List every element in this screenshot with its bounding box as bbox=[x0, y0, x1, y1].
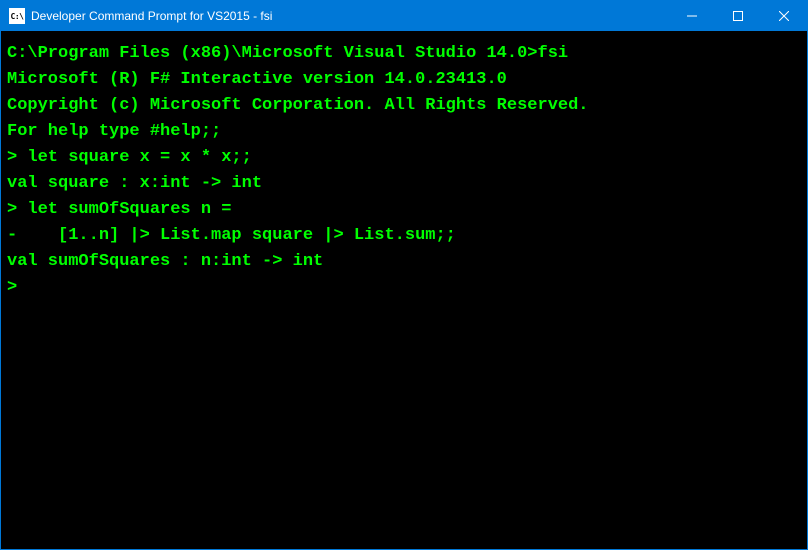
app-icon: C:\ bbox=[9, 8, 25, 24]
titlebar[interactable]: C:\ Developer Command Prompt for VS2015 … bbox=[1, 1, 807, 31]
maximize-button[interactable] bbox=[715, 1, 761, 31]
minimize-icon bbox=[687, 11, 697, 21]
terminal-content[interactable]: C:\Program Files (x86)\Microsoft Visual … bbox=[1, 31, 807, 549]
maximize-icon bbox=[733, 11, 743, 21]
terminal-line: C:\Program Files (x86)\Microsoft Visual … bbox=[7, 41, 801, 67]
terminal-line: Microsoft (R) F# Interactive version 14.… bbox=[7, 67, 801, 93]
terminal-line: For help type #help;; bbox=[7, 119, 801, 145]
terminal-line: - [1..n] |> List.map square |> List.sum;… bbox=[7, 223, 801, 249]
close-icon bbox=[779, 11, 789, 21]
window-controls bbox=[669, 1, 807, 31]
minimize-button[interactable] bbox=[669, 1, 715, 31]
terminal-line: val square : x:int -> int bbox=[7, 171, 801, 197]
window-title: Developer Command Prompt for VS2015 - fs… bbox=[31, 9, 669, 23]
terminal-line: val sumOfSquares : n:int -> int bbox=[7, 249, 801, 275]
terminal-line: Copyright (c) Microsoft Corporation. All… bbox=[7, 93, 801, 119]
terminal-cursor-line: > bbox=[7, 275, 801, 301]
terminal-line: > let sumOfSquares n = bbox=[7, 197, 801, 223]
terminal-line: > let square x = x * x;; bbox=[7, 145, 801, 171]
close-button[interactable] bbox=[761, 1, 807, 31]
command-prompt-window: C:\ Developer Command Prompt for VS2015 … bbox=[0, 0, 808, 550]
